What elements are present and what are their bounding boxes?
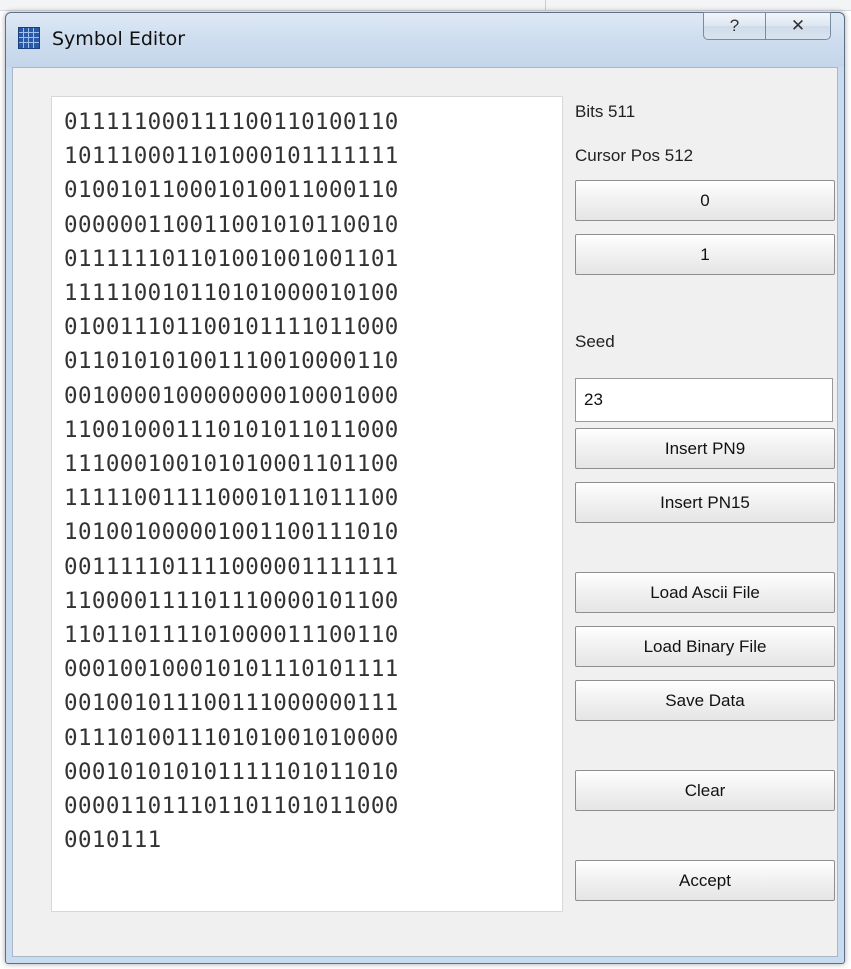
- bit-line: 110110111101000011100110: [64, 622, 399, 648]
- bit-line: 011111000111100110100110: [64, 109, 399, 135]
- bit-line: 011010101001110010000110: [64, 348, 399, 375]
- close-button[interactable]: ✕: [765, 12, 831, 40]
- bits-count-label: Bits 511: [575, 102, 636, 121]
- caption-buttons: ? ✕: [703, 12, 831, 42]
- bit-line: 001001011100111000000111: [64, 690, 399, 717]
- seed-label: Seed: [575, 332, 615, 351]
- insert-zero-button[interactable]: 0: [575, 180, 835, 221]
- bit-line: 011111101101001001001101: [64, 245, 399, 272]
- background-window-strip: [0, 0, 851, 11]
- insert-pn15-button[interactable]: Insert PN15: [575, 482, 835, 523]
- save-data-button[interactable]: Save Data: [575, 680, 835, 721]
- load-binary-file-button[interactable]: Load Binary File: [575, 626, 835, 667]
- bit-line: 001000010000000010001000: [64, 382, 399, 409]
- bit-line: 110010001110101011011000: [64, 416, 399, 443]
- accept-button[interactable]: Accept: [575, 860, 835, 901]
- load-ascii-file-button[interactable]: Load Ascii File: [575, 572, 835, 613]
- bit-line: 010011101100101111011000: [64, 314, 399, 341]
- bit-line: 111000100101010001101100: [64, 451, 399, 477]
- cursor-pos-label: Cursor Pos 512: [575, 146, 694, 165]
- bit-line: 110000111101110000101100: [64, 587, 399, 614]
- bit-line: 111110010110101000010100: [64, 280, 399, 306]
- bit-line: 0010111: [64, 827, 162, 854]
- bit-line: 000011011101101101011000: [64, 793, 399, 819]
- bit-editor-area[interactable]: 011111000111100110100110 1011100011010001…: [51, 96, 563, 912]
- symbol-editor-window: Symbol Editor ? ✕ 0111110001111001101001…: [5, 12, 845, 964]
- seed-input[interactable]: [575, 378, 833, 422]
- help-button[interactable]: ?: [703, 12, 765, 40]
- grid-app-icon: [18, 27, 40, 49]
- bit-line: 111110011110001011011100: [64, 485, 399, 512]
- bit-line: 101110001101000101111111: [64, 143, 399, 170]
- dialog-client-area: 011111000111100110100110 1011100011010001…: [12, 67, 838, 957]
- insert-pn9-button[interactable]: Insert PN9: [575, 428, 835, 469]
- bit-line: 101001000001001100111010: [64, 519, 399, 546]
- bit-line: 011101001110101001010000: [64, 724, 399, 751]
- title-bar[interactable]: Symbol Editor ? ✕: [6, 12, 844, 67]
- close-icon: ✕: [790, 16, 806, 35]
- insert-one-button[interactable]: 1: [575, 234, 835, 275]
- bit-line: 000100100010101110101111: [64, 656, 399, 683]
- background-divider: [545, 0, 546, 10]
- bit-line: 000101010101111101011010: [64, 758, 399, 785]
- clear-button[interactable]: Clear: [575, 770, 835, 811]
- bit-line: 010010110001010011000110: [64, 177, 399, 204]
- bit-line: 000000110011001010110010: [64, 211, 399, 238]
- help-icon: ?: [729, 16, 740, 35]
- window-title: Symbol Editor: [52, 28, 186, 50]
- bit-line: 001111101111000001111111: [64, 553, 399, 580]
